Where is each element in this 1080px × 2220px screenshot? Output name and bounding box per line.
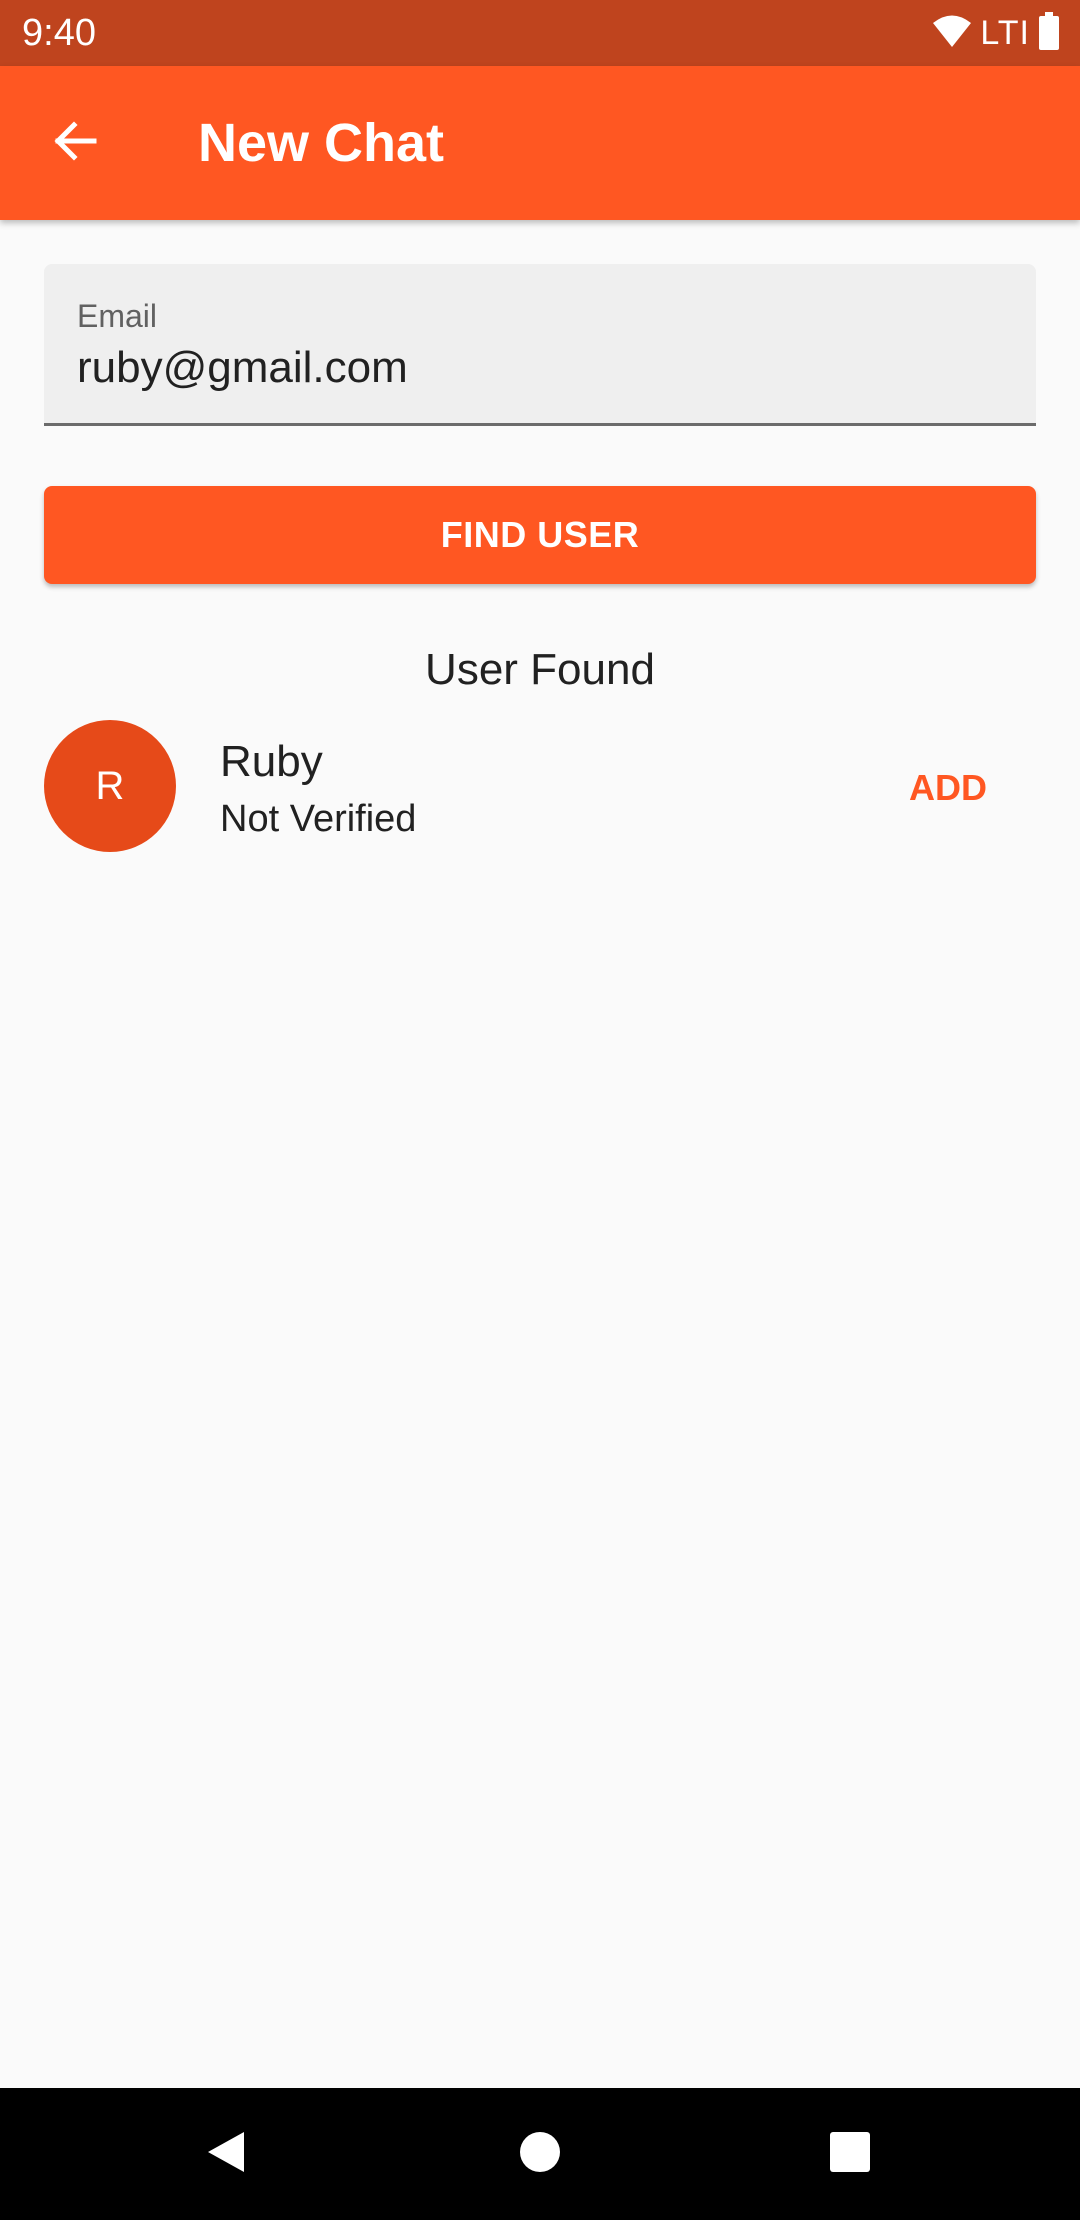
email-field-label: Email <box>77 298 158 334</box>
status-bar: 9:40 LTI <box>0 0 1080 66</box>
nav-back-button[interactable] <box>186 2114 266 2194</box>
status-icons: LTI <box>932 11 1060 55</box>
page-title: New Chat <box>198 113 445 173</box>
user-name: Ruby <box>220 737 323 786</box>
nav-home-button[interactable] <box>500 2114 580 2194</box>
user-result-row: R Ruby Not Verified ADD <box>0 710 1080 870</box>
result-heading: User Found <box>425 645 655 694</box>
back-arrow-icon <box>50 117 98 170</box>
status-time: 9:40 <box>22 12 96 54</box>
system-nav-bar <box>0 2088 1080 2220</box>
email-field-value[interactable]: ruby@gmail.com <box>77 340 408 396</box>
add-user-button[interactable]: ADD <box>880 748 1016 828</box>
find-user-button[interactable]: FIND USER <box>44 486 1036 584</box>
back-button[interactable] <box>36 105 112 181</box>
app-bar: New Chat <box>0 66 1080 220</box>
nav-back-icon <box>204 2128 248 2181</box>
wifi-icon <box>932 14 972 53</box>
network-type: LTI <box>980 14 1030 52</box>
battery-icon <box>1038 11 1060 55</box>
avatar: R <box>44 720 176 852</box>
nav-home-icon <box>519 2131 561 2178</box>
email-field[interactable]: Email ruby@gmail.com <box>44 264 1036 426</box>
nav-recents-icon <box>829 2131 871 2178</box>
user-verification-status: Not Verified <box>220 798 417 840</box>
nav-recents-button[interactable] <box>810 2114 890 2194</box>
